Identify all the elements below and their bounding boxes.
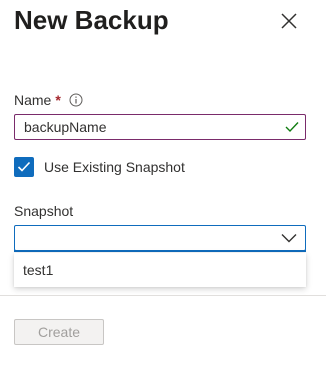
use-existing-snapshot-label[interactable]: Use Existing Snapshot: [44, 159, 185, 175]
info-icon[interactable]: [69, 93, 83, 107]
create-button[interactable]: Create: [14, 319, 104, 345]
use-existing-snapshot-checkbox[interactable]: Use Existing Snapshot: [14, 156, 185, 178]
name-input[interactable]: [15, 116, 274, 138]
snapshot-options-list: test1: [14, 253, 306, 287]
close-icon: [281, 13, 297, 29]
snapshot-dropdown[interactable]: [14, 225, 306, 252]
checkbox-check-icon: [17, 161, 31, 172]
name-field[interactable]: [14, 114, 306, 140]
name-label: Name: [14, 92, 52, 108]
panel-title: New Backup: [14, 5, 169, 35]
snapshot-option[interactable]: test1: [14, 253, 306, 287]
snapshot-label: Snapshot: [14, 203, 74, 219]
required-marker: *: [55, 92, 61, 108]
checkmark-icon: [285, 122, 299, 133]
chevron-down-icon: [281, 234, 297, 243]
footer-divider: [0, 295, 326, 296]
checkbox-box[interactable]: [14, 157, 34, 177]
name-label-row: Name *: [14, 91, 83, 109]
close-button[interactable]: [278, 10, 300, 32]
